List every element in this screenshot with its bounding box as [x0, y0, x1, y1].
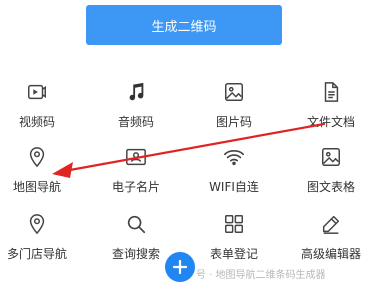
tool-imgtable[interactable]: 图文表格: [291, 144, 365, 204]
watermark-text: 号 · 地图导航二维条码生成器: [196, 270, 326, 281]
tool-label: 高级编辑器: [300, 247, 361, 261]
tool-label: 文件文档: [306, 115, 355, 129]
tool-label: 音频码: [117, 115, 154, 129]
tool-wifi[interactable]: WIFI自连: [194, 144, 274, 204]
location-pin-icon: [24, 211, 50, 237]
location-pin-icon: [24, 144, 50, 170]
tool-map[interactable]: 地图导航: [0, 144, 77, 204]
pen-edit-icon: [318, 211, 344, 237]
tool-label: 表单登记: [209, 247, 258, 261]
grid-form-icon: [221, 211, 247, 237]
tool-label: 多门店导航: [6, 247, 67, 261]
search-icon: [123, 211, 149, 237]
music-note-icon: [123, 79, 149, 105]
tool-card[interactable]: 电子名片: [96, 144, 176, 204]
tool-multistore[interactable]: 多门店导航: [0, 211, 77, 271]
image-icon: [221, 79, 247, 105]
tool-audio[interactable]: 音频码: [96, 79, 176, 139]
plus-icon: [172, 259, 188, 275]
tool-doc[interactable]: 文件文档: [291, 79, 365, 139]
tool-form[interactable]: 表单登记: [194, 211, 274, 271]
tool-search[interactable]: 查询搜索: [96, 211, 176, 271]
document-icon: [318, 79, 344, 105]
video-file-icon: [24, 79, 50, 105]
generate-qr-button[interactable]: 生成二维码: [86, 5, 282, 45]
tool-editor[interactable]: 高级编辑器: [291, 211, 365, 271]
tool-label: WIFI自连: [209, 180, 259, 194]
tool-label: 图片码: [215, 115, 252, 129]
tool-image[interactable]: 图片码: [194, 79, 274, 139]
tool-video[interactable]: 视频码: [0, 79, 77, 139]
tool-label: 视频码: [18, 115, 55, 129]
image-table-icon: [318, 144, 344, 170]
wifi-icon: [221, 144, 247, 170]
tool-label: 图文表格: [306, 180, 355, 194]
tool-label: 地图导航: [12, 180, 61, 194]
add-fab-button[interactable]: [165, 252, 195, 282]
tool-label: 电子名片: [111, 180, 160, 194]
tool-label: 查询搜索: [111, 247, 160, 261]
business-card-icon: [123, 144, 149, 170]
qr-tool-panel: 生成二维码 视频码 音频码 图片码 文件文档 地图导航 电子名片 WIFI自连 …: [0, 0, 365, 286]
